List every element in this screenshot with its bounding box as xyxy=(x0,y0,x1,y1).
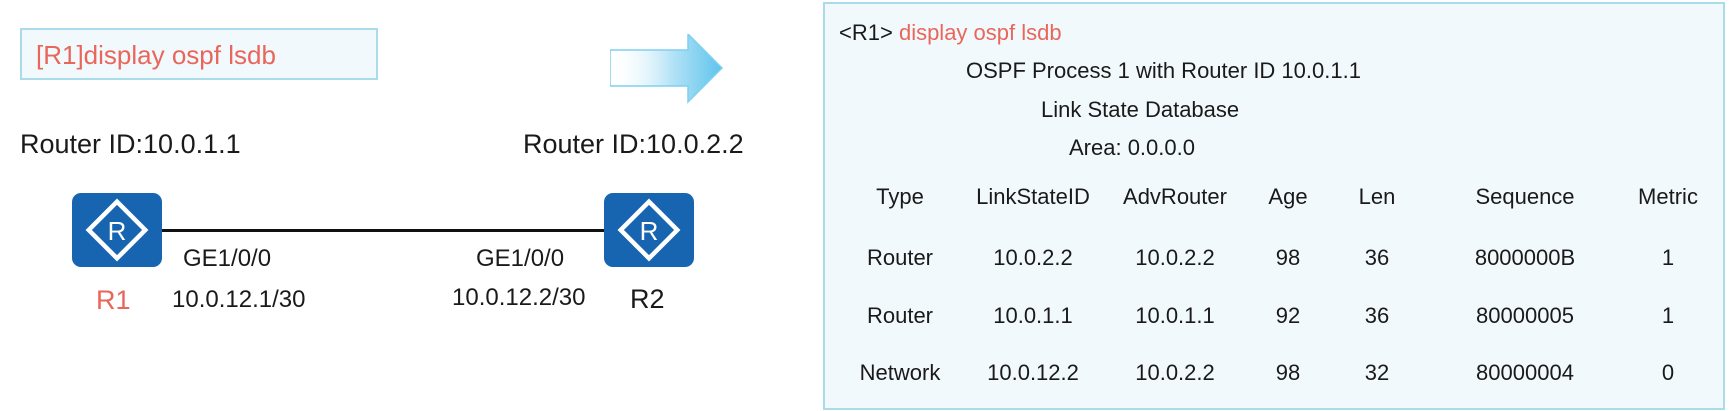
table-cell-type: Network xyxy=(859,360,941,385)
table-cell-len: 32 xyxy=(1364,360,1390,385)
table-cell-sequence: 80000005 xyxy=(1476,303,1574,328)
r1-router-icon: R xyxy=(72,193,162,267)
r1-interface-label: GE1/0/0 xyxy=(183,245,272,272)
table-cell-len: 36 xyxy=(1364,245,1390,270)
lsdb-output-panel: <R1> display ospf lsdb OSPF Process 1 wi… xyxy=(823,2,1725,410)
cli-prompt: <R1> xyxy=(839,20,893,45)
table-cell-type: Router xyxy=(866,245,934,270)
r1-router-id: Router ID:10.0.1.1 xyxy=(20,129,241,159)
table-cell-metric: 0 xyxy=(1661,360,1675,385)
table-cell-advrouter: 10.0.2.2 xyxy=(1135,360,1215,385)
r1-ip-label: 10.0.12.1/30 xyxy=(172,286,306,313)
table-cell-metric: 1 xyxy=(1661,245,1675,270)
cli-line: <R1> display ospf lsdb xyxy=(839,20,1062,46)
area-line: Area: 0.0.0.0 xyxy=(1069,135,1195,160)
column-header-sequence: Sequence xyxy=(1475,184,1575,209)
table-cell-type: Router xyxy=(866,303,934,328)
process-line: OSPF Process 1 with Router ID 10.0.1.1 xyxy=(966,58,1361,83)
table-cell-advrouter: 10.0.2.2 xyxy=(1135,245,1215,270)
right-arrow-icon xyxy=(610,34,724,104)
r2-router-glyph: R xyxy=(640,216,659,246)
r1-router-glyph: R xyxy=(108,216,127,246)
table-cell-metric: 1 xyxy=(1661,303,1675,328)
table-cell-age: 98 xyxy=(1275,360,1301,385)
r2-router-id: Router ID:10.0.2.2 xyxy=(523,129,744,159)
db-title: Link State Database xyxy=(1041,97,1240,122)
table-cell-sequence: 80000004 xyxy=(1476,360,1574,385)
r2-router-icon: R xyxy=(604,193,694,267)
link-line xyxy=(160,229,608,232)
r1-name: R1 xyxy=(96,285,131,315)
column-header-len: Len xyxy=(1358,184,1396,209)
table-cell-age: 98 xyxy=(1275,245,1301,270)
cli-command: display ospf lsdb xyxy=(898,20,1062,45)
table-cell-sequence: 8000000B xyxy=(1474,245,1576,270)
column-header-advrouter: AdvRouter xyxy=(1123,184,1227,209)
r2-ip-label: 10.0.12.2/30 xyxy=(452,284,586,311)
table-cell-linkstateid: 10.0.12.2 xyxy=(987,360,1079,385)
column-header-linkstateid: LinkStateID xyxy=(976,184,1090,209)
column-header-age: Age xyxy=(1268,184,1308,209)
r2-name: R2 xyxy=(630,284,665,314)
table-cell-age: 92 xyxy=(1275,303,1301,328)
command-box: [R1]display ospf lsdb xyxy=(20,28,378,80)
r2-interface-label: GE1/0/0 xyxy=(476,245,565,272)
table-cell-linkstateid: 10.0.1.1 xyxy=(993,303,1073,328)
table-cell-linkstateid: 10.0.2.2 xyxy=(993,245,1073,270)
column-header-metric: Metric xyxy=(1638,184,1698,209)
command-text: [R1]display ospf lsdb xyxy=(36,40,276,70)
table-cell-len: 36 xyxy=(1364,303,1390,328)
table-cell-advrouter: 10.0.1.1 xyxy=(1135,303,1215,328)
column-header-type: Type xyxy=(876,184,924,209)
